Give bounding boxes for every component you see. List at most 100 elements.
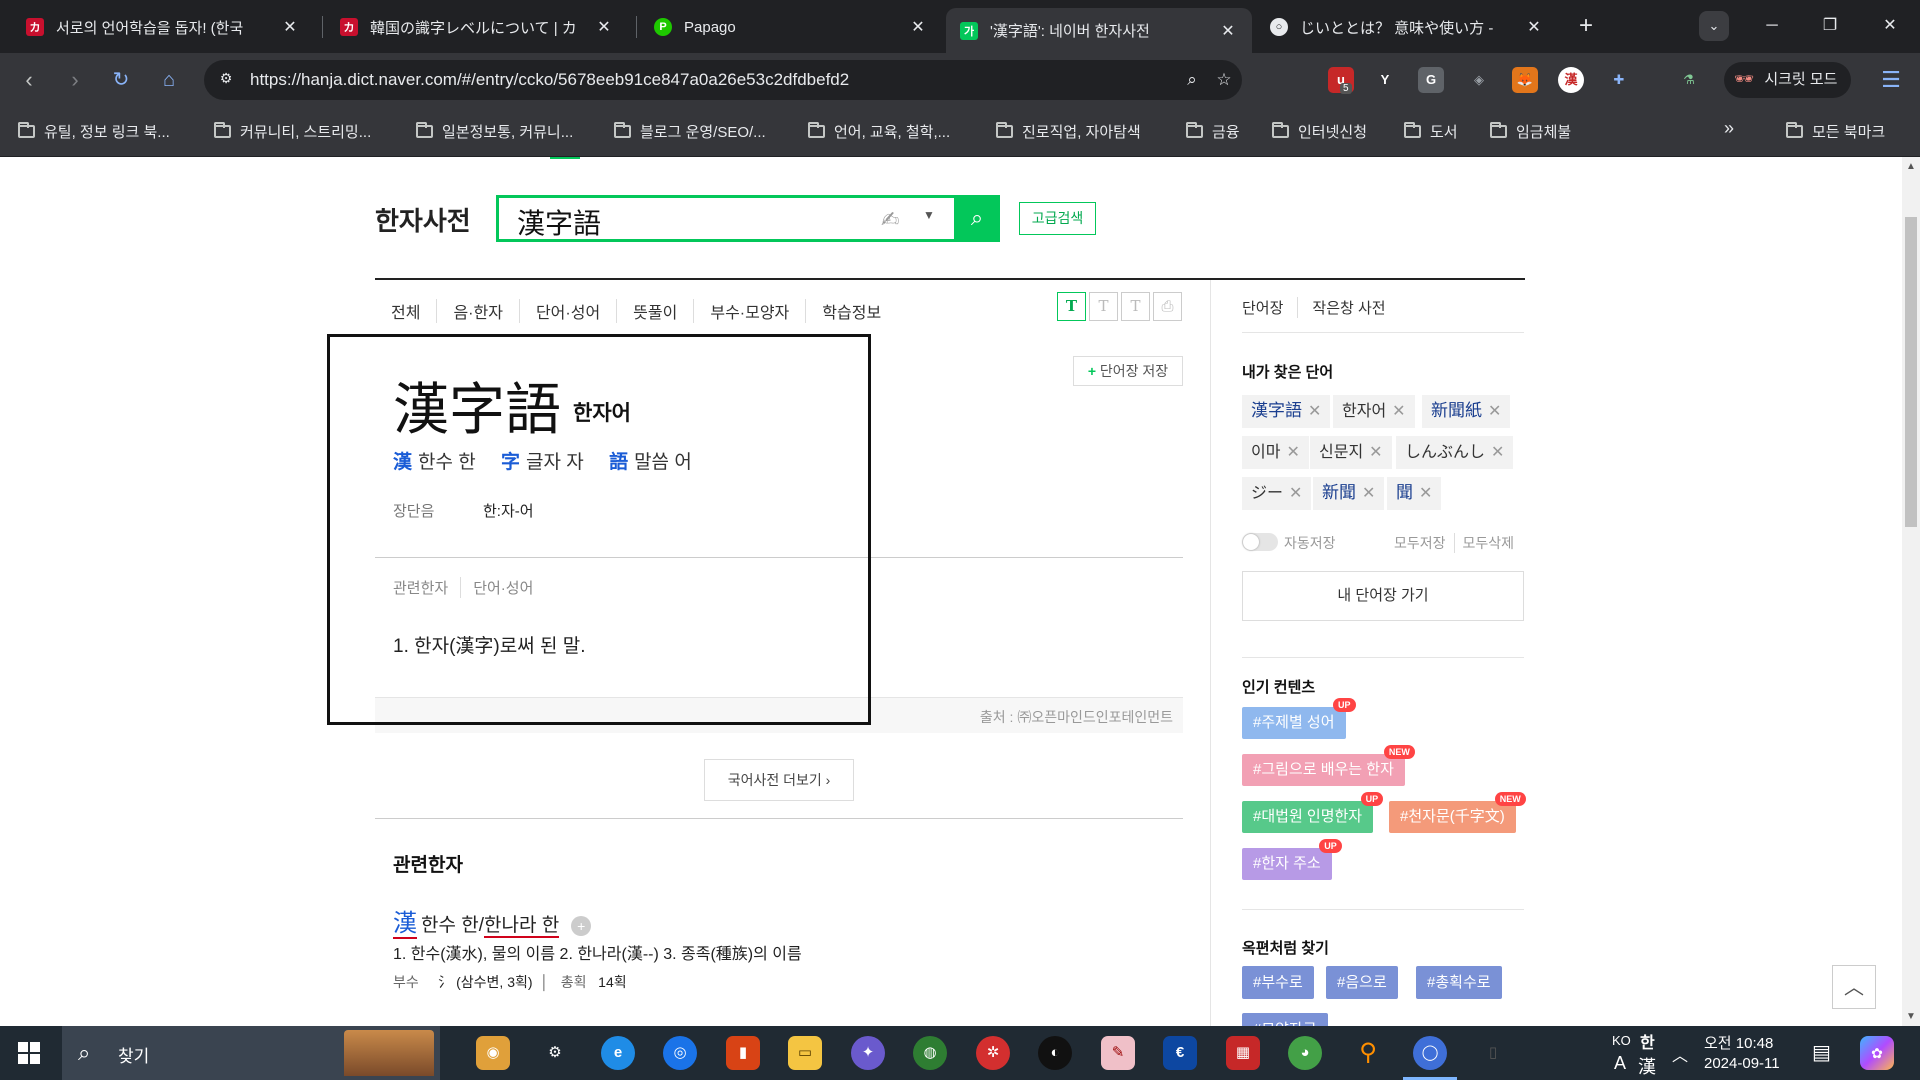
shield-extension-icon[interactable]: ◈	[1466, 67, 1492, 93]
chrome-browser-icon[interactable]: ◯	[1403, 1036, 1457, 1080]
close-tab-icon[interactable]: ✕	[280, 17, 300, 37]
hanja-extension-icon[interactable]: 漢	[1558, 67, 1584, 93]
okpyeon-chip[interactable]: #음으로	[1326, 966, 1398, 999]
recent-word-chip[interactable]: ジー ✕	[1242, 477, 1312, 510]
address-bar[interactable]: ⚙ https://hanja.dict.naver.com/#/entry/c…	[204, 60, 1242, 100]
remove-icon[interactable]: ✕	[1308, 403, 1321, 420]
bookmark-folder[interactable]: 도서	[1404, 121, 1458, 142]
dropdown-triangle-icon[interactable]: ▼	[923, 208, 935, 222]
reload-icon[interactable]: ↻	[106, 65, 136, 95]
site-settings-icon[interactable]: ⚙	[216, 70, 236, 90]
recent-word-chip[interactable]: しんぶんし ✕	[1396, 436, 1514, 469]
close-window-icon[interactable]: ✕	[1870, 10, 1910, 42]
close-tab-icon[interactable]: ✕	[1524, 17, 1544, 37]
recent-word-chip[interactable]: 한자어 ✕	[1333, 395, 1415, 428]
all-bookmarks[interactable]: 모든 북마크	[1786, 121, 1885, 142]
go-to-wordbook-button[interactable]: 내 단어장 가기	[1242, 571, 1524, 621]
tab-search-chevron-icon[interactable]: ⌄	[1699, 11, 1729, 41]
language-indicator[interactable]: KO	[1612, 1033, 1631, 1048]
scroll-up-arrow-icon[interactable]: ▲	[1902, 161, 1920, 172]
app-icon[interactable]: ◐	[1038, 1036, 1072, 1070]
app-icon[interactable]: ▦	[1226, 1036, 1260, 1070]
browser-tab[interactable]: ○ じいととは？ 意味や使い方 - ✕	[1256, 6, 1558, 48]
app-icon[interactable]: €	[1163, 1036, 1197, 1070]
grammar-extension-icon[interactable]: G	[1418, 67, 1444, 93]
tab-words-idioms[interactable]: 단어·성어	[518, 299, 616, 323]
yomitan-extension-icon[interactable]: Y	[1372, 67, 1398, 93]
tray-overflow-chevron-icon[interactable]: ︿	[1672, 1042, 1688, 1066]
app-icon[interactable]: ▮	[726, 1036, 760, 1070]
recent-word-chip[interactable]: 新聞 ✕	[1313, 477, 1385, 510]
related-hanja-char[interactable]: 漢	[393, 909, 417, 939]
scrollbar-thumb[interactable]	[1905, 217, 1917, 527]
notifications-icon[interactable]: ▤	[1812, 1040, 1831, 1065]
clock-date[interactable]: 2024-09-11	[1704, 1055, 1780, 1072]
bookmark-folder[interactable]: 커뮤니티, 스트리밍...	[214, 121, 371, 142]
scroll-to-top-chevron-icon[interactable]: ︿	[1832, 965, 1876, 1009]
close-tab-icon[interactable]: ✕	[908, 17, 928, 37]
remove-icon[interactable]: ✕	[1286, 444, 1299, 461]
ime-mode-a[interactable]: A	[1614, 1053, 1626, 1074]
windows-start-icon[interactable]	[18, 1042, 40, 1064]
bookmark-folder[interactable]: 일본정보통, 커뮤니...	[416, 121, 573, 142]
popular-chip[interactable]: #한자 주소 UP	[1242, 839, 1342, 880]
ime-mode-top[interactable]: 한	[1640, 1029, 1655, 1053]
autosave-toggle[interactable]	[1242, 533, 1278, 551]
bookmark-folder[interactable]: 블로그 운영/SEO/...	[614, 121, 766, 142]
settings-gear-icon[interactable]: ⚙	[538, 1036, 572, 1070]
recent-word-chip[interactable]: 漢字語 ✕	[1242, 395, 1331, 428]
remove-icon[interactable]: ✕	[1488, 403, 1501, 420]
new-tab-button[interactable]: +	[1572, 12, 1600, 40]
app-icon[interactable]: ▯	[1476, 1036, 1510, 1070]
taskbar-search[interactable]: ⌕ 찾기	[62, 1026, 440, 1080]
search-app-icon[interactable]: ⚲	[1351, 1036, 1385, 1070]
zoom-icon[interactable]: ⌕	[1180, 68, 1204, 92]
delete-all-link[interactable]: 모두삭제	[1453, 533, 1514, 553]
save-to-wordbook-button[interactable]: + 단어장 저장	[1073, 356, 1183, 386]
remove-icon[interactable]: ✕	[1362, 485, 1375, 502]
print-icon[interactable]: ⎙	[1153, 292, 1182, 321]
okpyeon-chip[interactable]: #총획수로	[1416, 966, 1502, 999]
sidebar-tab-wordbook[interactable]: 단어장	[1242, 297, 1283, 318]
browser-tab[interactable]: カ 韓国の識字レベルについて | カ ✕	[326, 6, 628, 48]
tab-radical-shape[interactable]: 부수·모양자	[693, 299, 805, 323]
bookmark-folder[interactable]: 언어, 교육, 철학,...	[808, 121, 950, 142]
tab-meaning[interactable]: 뜻풀이	[616, 299, 693, 323]
page-scrollbar[interactable]: ▲ ▼	[1902, 157, 1920, 1026]
popular-chip[interactable]: #주제별 성어 UP	[1242, 698, 1356, 739]
remove-icon[interactable]: ✕	[1289, 485, 1302, 502]
app-icon[interactable]: ✎	[1101, 1036, 1135, 1070]
recent-word-chip[interactable]: 이마 ✕	[1242, 436, 1309, 469]
close-tab-icon[interactable]: ✕	[594, 17, 614, 37]
popular-chip[interactable]: #그림으로 배우는 한자 NEW	[1242, 745, 1415, 786]
menu-icon[interactable]: ☰	[1876, 65, 1906, 95]
tab-learning-info[interactable]: 학습정보	[805, 299, 897, 323]
metamask-extension-icon[interactable]: 🦊	[1512, 67, 1538, 93]
bookmark-folder[interactable]: 유틸, 정보 링크 북...	[18, 121, 170, 142]
ime-mode-hanja[interactable]: 漢	[1638, 1053, 1656, 1079]
bookmark-folder[interactable]: 임금체불	[1490, 121, 1571, 142]
remove-icon[interactable]: ✕	[1419, 485, 1432, 502]
app-icon[interactable]: ◎	[663, 1036, 697, 1070]
search-button[interactable]: ⌕	[954, 195, 1000, 242]
font-size-small-button[interactable]: T	[1057, 292, 1086, 321]
remove-icon[interactable]: ✕	[1369, 444, 1382, 461]
popular-chip[interactable]: #천자문(千字文) NEW	[1389, 792, 1526, 833]
browser-tab[interactable]: P Papago ✕	[640, 6, 942, 48]
clock-time[interactable]: 오전 10:48	[1704, 1032, 1773, 1053]
okpyeon-chip[interactable]: #모양자로	[1242, 1013, 1328, 1026]
minimize-icon[interactable]: ─	[1752, 10, 1792, 42]
file-explorer-icon[interactable]: ▭	[788, 1036, 822, 1070]
bookmarks-overflow-icon[interactable]: »	[1724, 118, 1734, 139]
font-size-medium-button[interactable]: T	[1089, 292, 1118, 321]
browser-tab[interactable]: カ 서로의 언어학습을 돕자! (한국 ✕	[12, 6, 314, 48]
restore-icon[interactable]: ❐	[1810, 10, 1850, 42]
tab-sound-hanja[interactable]: 음·한자	[436, 299, 519, 323]
bookmark-folder[interactable]: 금융	[1186, 121, 1240, 142]
font-size-large-button[interactable]: T	[1121, 292, 1150, 321]
copilot-icon[interactable]: ✿	[1860, 1036, 1894, 1070]
sidebar-tab-mini-dict[interactable]: 작은창 사전	[1297, 297, 1386, 318]
app-icon[interactable]: ✦	[851, 1036, 885, 1070]
recent-word-chip[interactable]: 聞 ✕	[1387, 477, 1442, 510]
recent-word-chip[interactable]: 신문지 ✕	[1310, 436, 1392, 469]
